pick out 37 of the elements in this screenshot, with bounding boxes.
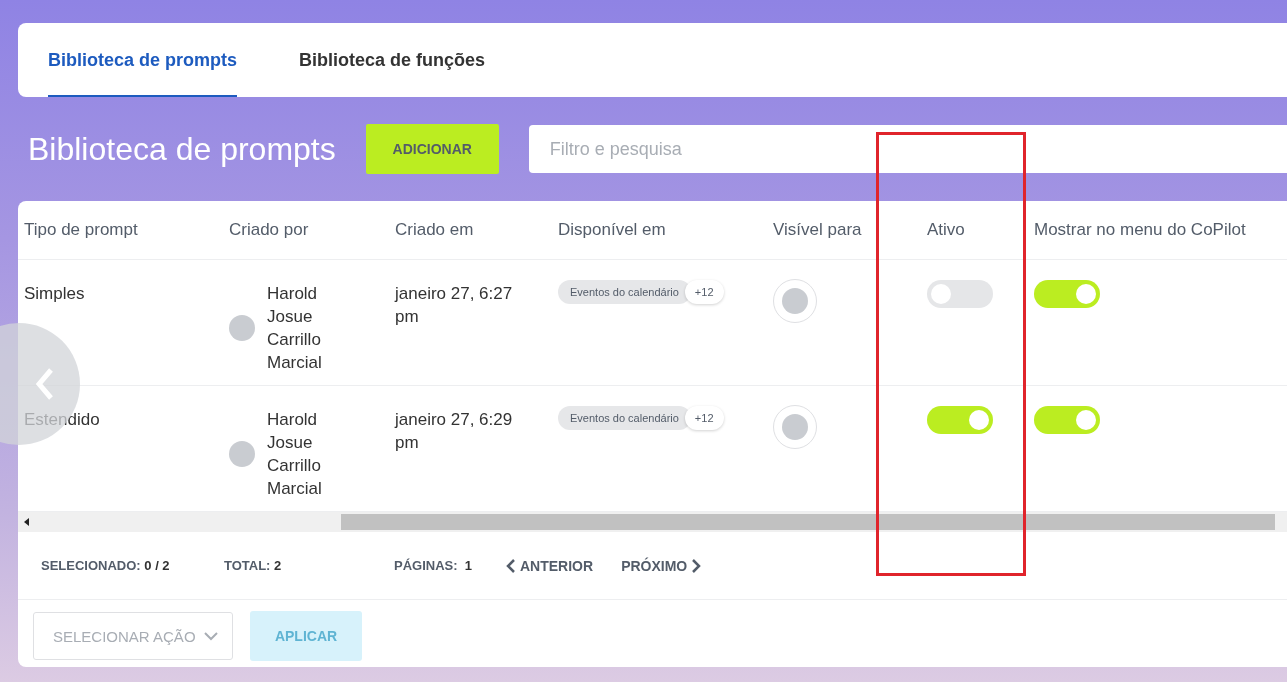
search-field[interactable]: Filtro e pesquisa — [528, 125, 1287, 173]
chevron-right-icon — [691, 558, 702, 573]
table-cell-text: janeiro 27, 6:27 pm — [395, 283, 514, 328]
toggle-switch[interactable] — [927, 280, 993, 308]
chevron-down-icon — [204, 631, 218, 641]
column-header: Mostrar no menu do CoPilot — [1034, 219, 1247, 241]
column-header: Criado por — [229, 219, 310, 241]
toggle-switch[interactable] — [1034, 406, 1100, 434]
table-cell-text: Estendido — [24, 409, 100, 431]
table-cell-text: janeiro 27, 6:29 pm — [395, 409, 514, 454]
selected-count: SELECIONADO: 0 / 2 — [41, 558, 171, 573]
avatar — [229, 315, 255, 341]
column-header: Visível para — [773, 219, 863, 241]
total-count: TOTAL: 2 — [224, 558, 283, 573]
page-title: Biblioteca de prompts — [28, 130, 336, 168]
column-header: Tipo de prompt — [24, 219, 139, 241]
toggle-switch[interactable] — [1034, 280, 1100, 308]
count-badge: +12 — [684, 406, 724, 430]
chevron-left-icon — [506, 558, 516, 573]
table-cell-text: Simples — [24, 283, 85, 305]
column-header: Criado em — [395, 219, 475, 241]
count-badge: +12 — [684, 280, 724, 304]
horizontal-scrollbar[interactable] — [18, 512, 1287, 532]
toggle-switch[interactable] — [927, 406, 993, 434]
column-header: Ativo — [927, 219, 966, 241]
add-button[interactable]: ADICIONAR — [365, 124, 499, 174]
tab[interactable]: Biblioteca de funções — [299, 23, 486, 97]
tab[interactable]: Biblioteca de prompts — [48, 23, 238, 97]
table-cell-text: Harold Josue Carrillo Marcial — [267, 409, 323, 500]
avatar — [229, 441, 255, 467]
page-count: PÁGINAS: 1 — [394, 558, 474, 573]
chevron-left-icon — [36, 368, 54, 400]
previous-page-button[interactable]: ANTERIOR — [506, 557, 594, 574]
next-page-button[interactable]: PRÓXIMO — [621, 557, 702, 574]
table-cell-text: Harold Josue Carrillo Marcial — [267, 283, 323, 374]
scroll-left-icon — [24, 518, 29, 526]
column-header: Disponível em — [558, 219, 667, 241]
